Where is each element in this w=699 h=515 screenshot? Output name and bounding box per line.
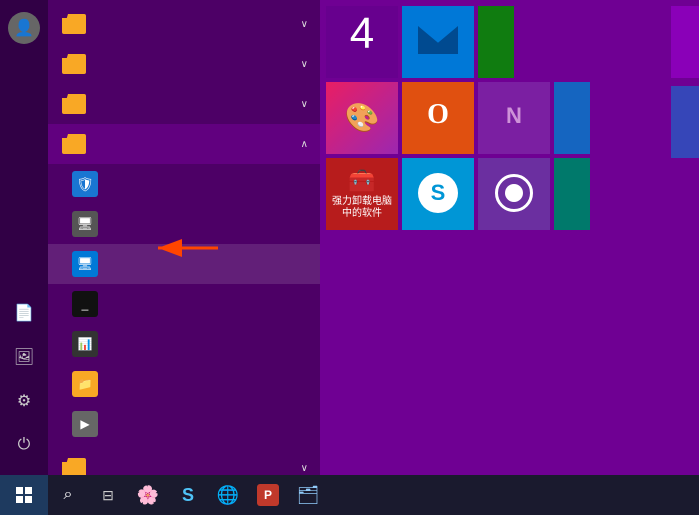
taskbar-flower-icon[interactable]: 🌸 [128,475,168,515]
taskbar-browser-icon[interactable]: 🌐 [208,475,248,515]
group-windows-accessories[interactable]: ∨ [48,4,320,44]
settings-icon[interactable]: ⚙ [6,383,42,419]
taskbar-file-icon[interactable]: 🗂 [288,475,328,515]
taskbar-sogou-icon[interactable]: S [168,475,208,515]
tile-paint3d[interactable]: 🎨 [326,82,398,154]
tiles-panel: 4 🎨 [320,0,699,475]
partial-tile-1[interactable] [671,6,699,78]
partial-tile-2[interactable] [671,86,699,158]
pictures-icon[interactable]: 🖼 [6,339,42,375]
tiles-right-column [671,0,699,475]
subitem-task-manager[interactable]: 📊 [48,324,320,364]
tile-sogou-browser[interactable]: S [402,158,474,230]
tiles-row-3: 🧰 强力卸载电脑中的软件 S [326,158,693,230]
power-icon[interactable]: ⏻ [6,427,42,463]
tile-office[interactable]: O [402,82,474,154]
tile-mail[interactable] [402,6,474,78]
start-button[interactable] [0,475,48,515]
subitem-cmd[interactable]: _ [48,284,320,324]
group-windows-system[interactable]: ∧ [48,124,320,164]
tile-onenote[interactable]: N [478,82,550,154]
taskbar-search-button[interactable]: ⌕ [48,475,88,515]
subitem-windows-admin[interactable]: 🛡 [48,164,320,204]
user-sidebar: 👤 📄 🖼 ⚙ ⏻ [0,0,48,475]
tile-maps-partial[interactable] [554,158,590,230]
taskbar-ppt-icon[interactable]: P [248,475,288,515]
subitem-run[interactable]: ▶ [48,404,320,444]
tile-number[interactable]: 4 [326,6,398,78]
app-list: ∨ ∨ ∨ ∧ [48,0,320,475]
tiles-row-1: 4 [326,6,693,78]
svg-text:O: O [427,99,449,130]
taskbar-taskview-button[interactable]: ⊟ [88,475,128,515]
subitem-this-pc[interactable]: 🖥 [48,204,320,244]
tiles-row-2: 🎨 O N [326,82,693,154]
tile-xbox-partial[interactable] [478,6,514,78]
tile-browser-partial[interactable] [554,82,590,154]
subitem-control-panel[interactable]: 🖥 [48,244,320,284]
group-winrar[interactable]: ∨ [48,448,320,475]
subitem-file-explorer[interactable]: 📁 [48,364,320,404]
svg-text:N: N [506,103,522,128]
taskbar: ⌕ ⊟ 🌸 S 🌐 P 🗂 [0,475,699,515]
avatar[interactable]: 👤 [8,12,40,44]
tile-cortana[interactable] [478,158,550,230]
app-list-scroll[interactable]: ∨ ∨ ∨ ∧ [48,0,320,475]
group-windows-admin[interactable]: ∨ [48,44,320,84]
documents-icon[interactable]: 📄 [6,295,42,331]
group-windows-easy[interactable]: ∨ [48,84,320,124]
tile-qianglisoft[interactable]: 🧰 强力卸载电脑中的软件 [326,158,398,230]
start-menu: 👤 📄 🖼 ⚙ ⏻ ∨ ∨ [0,0,699,475]
